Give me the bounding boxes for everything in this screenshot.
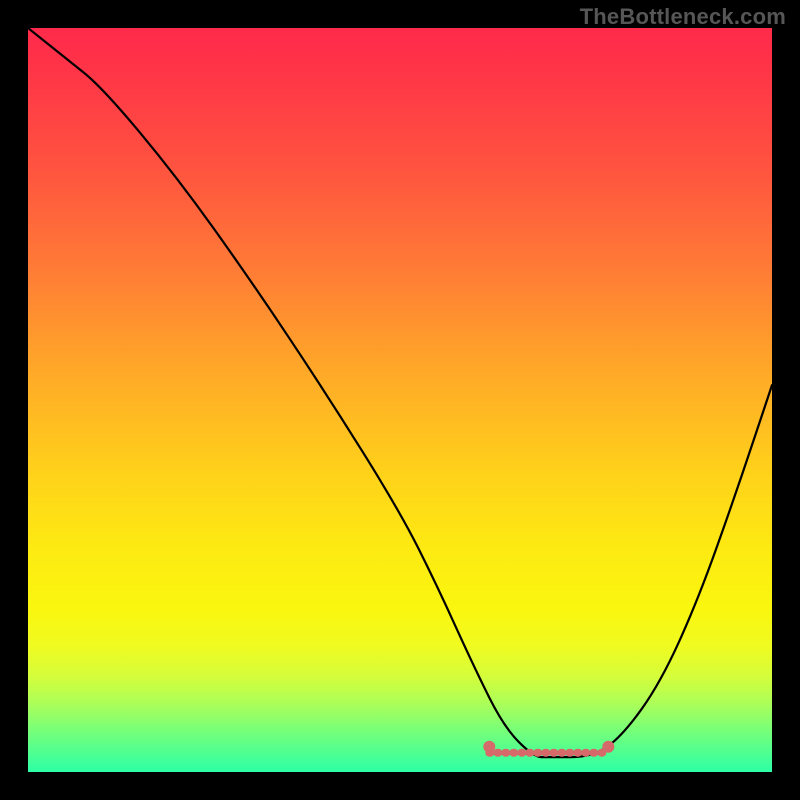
bottleneck-curve — [28, 28, 772, 757]
bottom-highlight-dot-left — [483, 741, 495, 753]
bottom-highlight — [483, 741, 614, 753]
plot-area — [28, 28, 772, 772]
watermark-text: TheBottleneck.com — [580, 4, 786, 30]
bottom-highlight-dot-right — [602, 741, 614, 753]
curve-layer — [28, 28, 772, 772]
chart-frame: TheBottleneck.com — [0, 0, 800, 800]
